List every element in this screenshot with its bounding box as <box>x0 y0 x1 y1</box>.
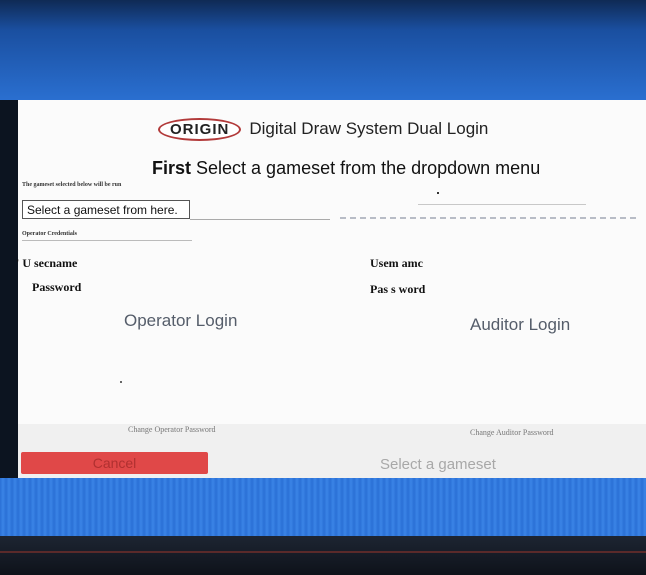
instruction-rest: Select a gameset from the dropdown menu <box>191 158 541 178</box>
instruction-text: First Select a gameset from the dropdown… <box>152 158 540 179</box>
gameset-hint: The gameset selected below will be run <box>22 182 122 188</box>
dialog-title-row: ORIGIN Digital Draw System Dual Login <box>158 117 489 141</box>
select-gameset-button[interactable]: Select a gameset <box>380 456 496 473</box>
dual-login-dialog <box>18 100 646 478</box>
desktop-background-top <box>0 0 646 100</box>
instruction-emphasis: First <box>152 158 192 178</box>
operator-credentials-label: Operator Credentials <box>22 231 77 237</box>
dashed-divider <box>340 217 636 219</box>
desktop-background-bottom <box>0 478 646 536</box>
change-auditor-password-link[interactable]: Change Auditor Password <box>470 428 554 437</box>
auditor-username-label: Usem amc <box>370 256 423 270</box>
auditor-password-label: Pas s word <box>370 282 426 296</box>
mark <box>437 192 439 194</box>
operator-password-label: Password <box>32 280 82 294</box>
origin-logo: ORIGIN <box>158 117 242 141</box>
operator-credentials-divider <box>22 240 192 241</box>
select-divider <box>190 219 330 220</box>
monitor-bezel <box>0 536 646 575</box>
change-operator-password-link[interactable]: Change Operator Password <box>128 425 216 434</box>
auditor-field-line <box>418 204 586 205</box>
operator-login-button[interactable]: Operator Login <box>124 311 237 331</box>
gameset-select[interactable]: Select a gameset from here. <box>22 200 190 219</box>
operator-username-label: ' U secname <box>16 256 78 270</box>
auditor-login-button[interactable]: Auditor Login <box>470 315 570 335</box>
dialog-title: Digital Draw System Dual Login <box>249 119 489 138</box>
speck <box>120 381 122 383</box>
cancel-button[interactable]: Cancel <box>21 452 208 474</box>
